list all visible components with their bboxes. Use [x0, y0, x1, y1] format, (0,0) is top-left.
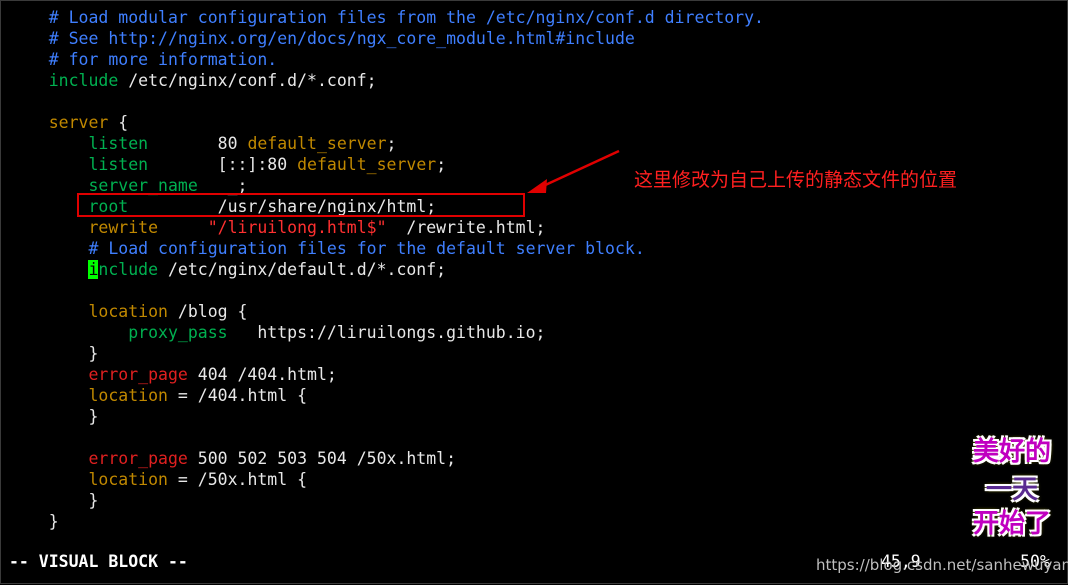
- sticker-line3: 开始了: [973, 509, 1052, 539]
- annotation-text: 这里修改为自己上传的静态文件的位置: [634, 169, 958, 191]
- sticker-line1: 美好的: [973, 437, 1052, 467]
- watermark-text: https://blog.csdn.net/sanhewuyang: [816, 556, 1068, 574]
- sticker-line2: 一天: [986, 475, 1039, 505]
- terminal-window[interactable]: # Load modular configuration files from …: [0, 0, 1068, 584]
- annotation-arrow-icon: [527, 149, 620, 193]
- vim-mode-indicator: -- VISUAL BLOCK --: [9, 552, 188, 571]
